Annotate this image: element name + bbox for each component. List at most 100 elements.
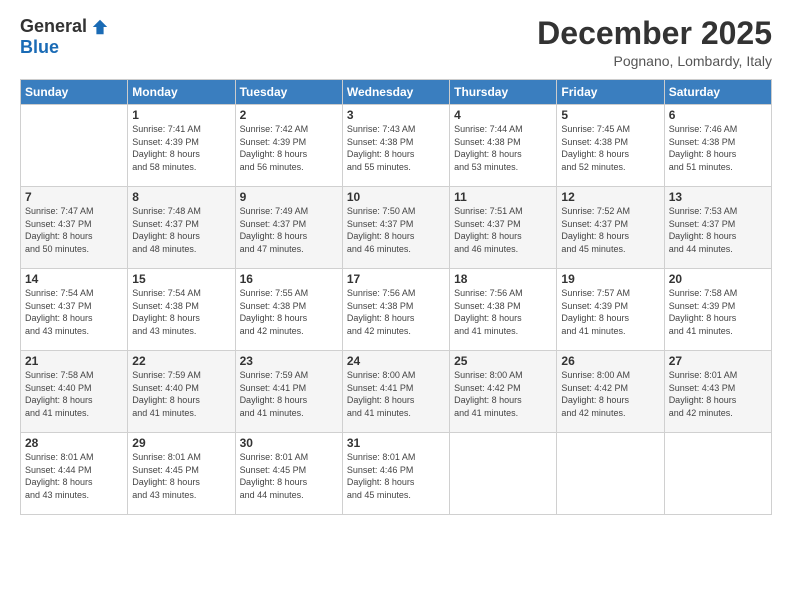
- day-number: 6: [669, 108, 767, 122]
- calendar-cell: 18Sunrise: 7:56 AM Sunset: 4:38 PM Dayli…: [450, 269, 557, 351]
- week-row-2: 7Sunrise: 7:47 AM Sunset: 4:37 PM Daylig…: [21, 187, 772, 269]
- calendar-cell: 26Sunrise: 8:00 AM Sunset: 4:42 PM Dayli…: [557, 351, 664, 433]
- day-number: 10: [347, 190, 445, 204]
- calendar-cell: [664, 433, 771, 515]
- calendar-cell: 16Sunrise: 7:55 AM Sunset: 4:38 PM Dayli…: [235, 269, 342, 351]
- day-number: 7: [25, 190, 123, 204]
- day-info: Sunrise: 8:01 AM Sunset: 4:46 PM Dayligh…: [347, 451, 445, 501]
- week-row-4: 21Sunrise: 7:58 AM Sunset: 4:40 PM Dayli…: [21, 351, 772, 433]
- day-number: 20: [669, 272, 767, 286]
- day-info: Sunrise: 7:45 AM Sunset: 4:38 PM Dayligh…: [561, 123, 659, 173]
- col-thursday: Thursday: [450, 80, 557, 105]
- calendar-cell: 19Sunrise: 7:57 AM Sunset: 4:39 PM Dayli…: [557, 269, 664, 351]
- day-info: Sunrise: 7:50 AM Sunset: 4:37 PM Dayligh…: [347, 205, 445, 255]
- day-number: 22: [132, 354, 230, 368]
- calendar-cell: 13Sunrise: 7:53 AM Sunset: 4:37 PM Dayli…: [664, 187, 771, 269]
- calendar-cell: 5Sunrise: 7:45 AM Sunset: 4:38 PM Daylig…: [557, 105, 664, 187]
- calendar-cell: 2Sunrise: 7:42 AM Sunset: 4:39 PM Daylig…: [235, 105, 342, 187]
- day-info: Sunrise: 7:43 AM Sunset: 4:38 PM Dayligh…: [347, 123, 445, 173]
- day-info: Sunrise: 7:59 AM Sunset: 4:41 PM Dayligh…: [240, 369, 338, 419]
- col-sunday: Sunday: [21, 80, 128, 105]
- day-info: Sunrise: 8:00 AM Sunset: 4:42 PM Dayligh…: [561, 369, 659, 419]
- day-info: Sunrise: 8:01 AM Sunset: 4:45 PM Dayligh…: [132, 451, 230, 501]
- day-info: Sunrise: 7:44 AM Sunset: 4:38 PM Dayligh…: [454, 123, 552, 173]
- col-friday: Friday: [557, 80, 664, 105]
- calendar-cell: 28Sunrise: 8:01 AM Sunset: 4:44 PM Dayli…: [21, 433, 128, 515]
- location-subtitle: Pognano, Lombardy, Italy: [537, 53, 772, 69]
- logo: General Blue: [20, 16, 109, 58]
- logo-icon: [91, 18, 109, 36]
- day-info: Sunrise: 8:01 AM Sunset: 4:44 PM Dayligh…: [25, 451, 123, 501]
- day-info: Sunrise: 7:48 AM Sunset: 4:37 PM Dayligh…: [132, 205, 230, 255]
- day-number: 25: [454, 354, 552, 368]
- day-info: Sunrise: 7:59 AM Sunset: 4:40 PM Dayligh…: [132, 369, 230, 419]
- calendar-cell: 15Sunrise: 7:54 AM Sunset: 4:38 PM Dayli…: [128, 269, 235, 351]
- day-info: Sunrise: 8:00 AM Sunset: 4:42 PM Dayligh…: [454, 369, 552, 419]
- calendar-cell: 17Sunrise: 7:56 AM Sunset: 4:38 PM Dayli…: [342, 269, 449, 351]
- col-monday: Monday: [128, 80, 235, 105]
- calendar-cell: 6Sunrise: 7:46 AM Sunset: 4:38 PM Daylig…: [664, 105, 771, 187]
- calendar-cell: 4Sunrise: 7:44 AM Sunset: 4:38 PM Daylig…: [450, 105, 557, 187]
- day-number: 1: [132, 108, 230, 122]
- day-number: 14: [25, 272, 123, 286]
- calendar-cell: 30Sunrise: 8:01 AM Sunset: 4:45 PM Dayli…: [235, 433, 342, 515]
- calendar-cell: 1Sunrise: 7:41 AM Sunset: 4:39 PM Daylig…: [128, 105, 235, 187]
- page-container: General Blue December 2025 Pognano, Lomb…: [0, 0, 792, 612]
- title-block: December 2025 Pognano, Lombardy, Italy: [537, 16, 772, 69]
- calendar-cell: 14Sunrise: 7:54 AM Sunset: 4:37 PM Dayli…: [21, 269, 128, 351]
- day-number: 16: [240, 272, 338, 286]
- calendar-cell: 3Sunrise: 7:43 AM Sunset: 4:38 PM Daylig…: [342, 105, 449, 187]
- day-number: 31: [347, 436, 445, 450]
- logo-general-text: General: [20, 16, 87, 37]
- day-number: 19: [561, 272, 659, 286]
- day-number: 12: [561, 190, 659, 204]
- day-info: Sunrise: 8:01 AM Sunset: 4:43 PM Dayligh…: [669, 369, 767, 419]
- header: General Blue December 2025 Pognano, Lomb…: [20, 16, 772, 69]
- calendar-cell: 27Sunrise: 8:01 AM Sunset: 4:43 PM Dayli…: [664, 351, 771, 433]
- col-wednesday: Wednesday: [342, 80, 449, 105]
- day-number: 21: [25, 354, 123, 368]
- day-info: Sunrise: 7:56 AM Sunset: 4:38 PM Dayligh…: [454, 287, 552, 337]
- day-number: 13: [669, 190, 767, 204]
- day-info: Sunrise: 7:55 AM Sunset: 4:38 PM Dayligh…: [240, 287, 338, 337]
- calendar-cell: 20Sunrise: 7:58 AM Sunset: 4:39 PM Dayli…: [664, 269, 771, 351]
- day-number: 15: [132, 272, 230, 286]
- day-info: Sunrise: 7:49 AM Sunset: 4:37 PM Dayligh…: [240, 205, 338, 255]
- calendar-cell: 25Sunrise: 8:00 AM Sunset: 4:42 PM Dayli…: [450, 351, 557, 433]
- calendar-cell: [450, 433, 557, 515]
- week-row-5: 28Sunrise: 8:01 AM Sunset: 4:44 PM Dayli…: [21, 433, 772, 515]
- calendar-cell: 11Sunrise: 7:51 AM Sunset: 4:37 PM Dayli…: [450, 187, 557, 269]
- col-saturday: Saturday: [664, 80, 771, 105]
- calendar-cell: 23Sunrise: 7:59 AM Sunset: 4:41 PM Dayli…: [235, 351, 342, 433]
- week-row-3: 14Sunrise: 7:54 AM Sunset: 4:37 PM Dayli…: [21, 269, 772, 351]
- calendar-cell: 10Sunrise: 7:50 AM Sunset: 4:37 PM Dayli…: [342, 187, 449, 269]
- col-tuesday: Tuesday: [235, 80, 342, 105]
- day-number: 29: [132, 436, 230, 450]
- logo-blue-text: Blue: [20, 37, 59, 58]
- day-info: Sunrise: 7:47 AM Sunset: 4:37 PM Dayligh…: [25, 205, 123, 255]
- calendar-cell: 21Sunrise: 7:58 AM Sunset: 4:40 PM Dayli…: [21, 351, 128, 433]
- calendar-cell: 9Sunrise: 7:49 AM Sunset: 4:37 PM Daylig…: [235, 187, 342, 269]
- day-info: Sunrise: 7:58 AM Sunset: 4:39 PM Dayligh…: [669, 287, 767, 337]
- calendar-cell: [21, 105, 128, 187]
- day-number: 5: [561, 108, 659, 122]
- day-number: 24: [347, 354, 445, 368]
- calendar-table: Sunday Monday Tuesday Wednesday Thursday…: [20, 79, 772, 515]
- day-info: Sunrise: 7:58 AM Sunset: 4:40 PM Dayligh…: [25, 369, 123, 419]
- day-number: 9: [240, 190, 338, 204]
- day-number: 11: [454, 190, 552, 204]
- day-info: Sunrise: 7:53 AM Sunset: 4:37 PM Dayligh…: [669, 205, 767, 255]
- day-info: Sunrise: 7:56 AM Sunset: 4:38 PM Dayligh…: [347, 287, 445, 337]
- day-info: Sunrise: 7:46 AM Sunset: 4:38 PM Dayligh…: [669, 123, 767, 173]
- day-number: 3: [347, 108, 445, 122]
- calendar-cell: 12Sunrise: 7:52 AM Sunset: 4:37 PM Dayli…: [557, 187, 664, 269]
- day-number: 4: [454, 108, 552, 122]
- calendar-cell: 8Sunrise: 7:48 AM Sunset: 4:37 PM Daylig…: [128, 187, 235, 269]
- day-number: 2: [240, 108, 338, 122]
- day-number: 23: [240, 354, 338, 368]
- calendar-cell: 22Sunrise: 7:59 AM Sunset: 4:40 PM Dayli…: [128, 351, 235, 433]
- day-number: 28: [25, 436, 123, 450]
- day-number: 30: [240, 436, 338, 450]
- calendar-cell: 7Sunrise: 7:47 AM Sunset: 4:37 PM Daylig…: [21, 187, 128, 269]
- day-number: 8: [132, 190, 230, 204]
